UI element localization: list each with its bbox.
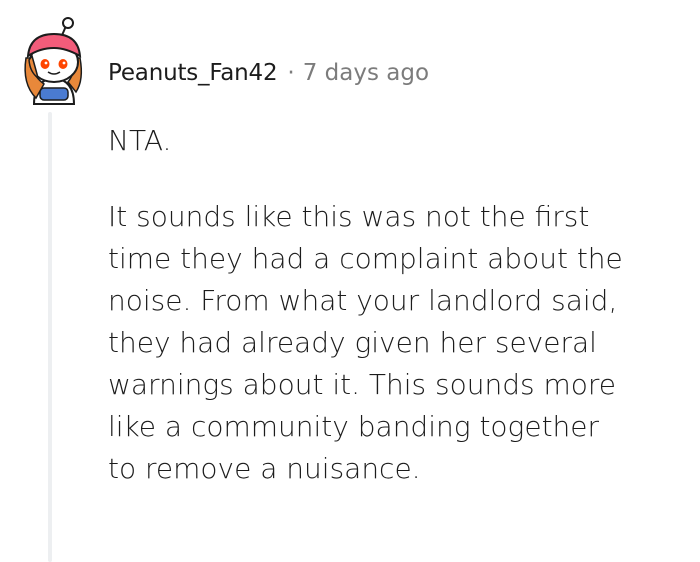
comment-paragraph: It sounds like this was not the first ti…: [108, 200, 623, 485]
comment-meta: Peanuts_Fan42 · 7 days ago: [108, 56, 429, 90]
comment: Peanuts_Fan42 · 7 days ago NTA. It sound…: [0, 0, 700, 562]
avatar[interactable]: [14, 14, 94, 106]
comment-paragraph: NTA.: [108, 124, 172, 157]
snoo-avatar-icon: [24, 17, 83, 105]
meta-separator: ·: [287, 60, 295, 86]
comment-timestamp[interactable]: 7 days ago: [303, 60, 429, 86]
comment-body: NTA. It sounds like this was not the fir…: [108, 120, 700, 490]
comment-author[interactable]: Peanuts_Fan42: [108, 60, 278, 86]
thread-collapse-line[interactable]: [48, 112, 52, 562]
